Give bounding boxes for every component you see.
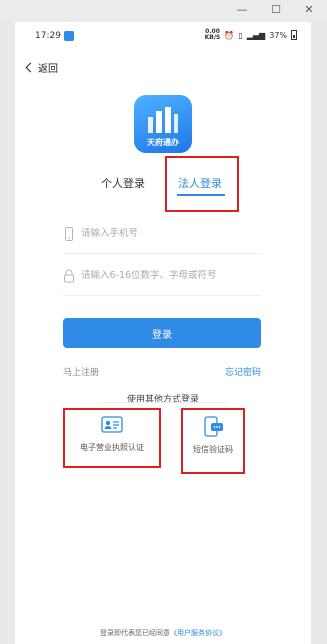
other-login-title: 使用其他方式登录 xyxy=(126,395,199,405)
system-indicators: 0.00 KB/S ⏰ ▯ ▂▄▆ 37% xyxy=(205,29,297,41)
app-logo: 天府通办 xyxy=(134,95,192,153)
agreement-footer: 登录即代表您已经同意《用户服务协议》 xyxy=(15,628,311,638)
maximize-icon[interactable]: ☐ xyxy=(268,2,284,18)
login-button[interactable]: 登录 xyxy=(63,318,261,348)
highlight-box-tab xyxy=(165,156,239,212)
logo-text: 天府通办 xyxy=(147,138,179,147)
agreement-prefix: 登录即代表您已经同意 xyxy=(100,629,170,637)
phone-field[interactable] xyxy=(63,214,261,254)
back-button[interactable]: 返回 xyxy=(25,60,58,75)
net-speed: 0.00 KB/S xyxy=(204,28,221,41)
register-link[interactable]: 马上注册 xyxy=(63,365,99,378)
highlight-box-license xyxy=(63,408,161,468)
user-agreement-link[interactable]: 《用户服务协议》 xyxy=(170,629,226,637)
chevron-left-icon xyxy=(25,62,36,73)
password-field[interactable] xyxy=(63,256,261,296)
password-input[interactable] xyxy=(81,270,251,281)
logo-bars-icon xyxy=(148,107,178,133)
window-title-bar: — ☐ ✕ xyxy=(0,0,327,20)
highlight-box-sms xyxy=(181,408,245,474)
lock-icon xyxy=(64,269,74,282)
battery-icon xyxy=(291,30,297,40)
status-bar: 17:29 0.00 KB/S ⏰ ▯ ▂▄▆ 37% xyxy=(15,22,311,50)
forgot-password-link[interactable]: 忘记密码 xyxy=(225,365,261,378)
app-notification-icon xyxy=(64,31,74,41)
login-tabs: 个人登录 法人登录 xyxy=(15,170,311,198)
phone-screen: 17:29 0.00 KB/S ⏰ ▯ ▂▄▆ 37% 返回 天府通办 个人登录… xyxy=(15,22,311,644)
close-icon[interactable]: ✕ xyxy=(301,2,317,18)
alarm-icon: ⏰ xyxy=(224,30,235,40)
battery-percent: 37% xyxy=(269,30,287,40)
vibrate-icon: ▯ xyxy=(238,30,243,40)
signal-icon: ▂▄▆ xyxy=(246,30,266,40)
divider xyxy=(99,402,227,403)
phone-input[interactable] xyxy=(81,228,251,239)
minimize-icon[interactable]: — xyxy=(234,2,250,18)
tab-personal-login[interactable]: 个人登录 xyxy=(101,175,145,191)
back-label: 返回 xyxy=(38,64,58,75)
phone-icon xyxy=(65,226,73,241)
status-time: 17:29 xyxy=(35,31,61,41)
